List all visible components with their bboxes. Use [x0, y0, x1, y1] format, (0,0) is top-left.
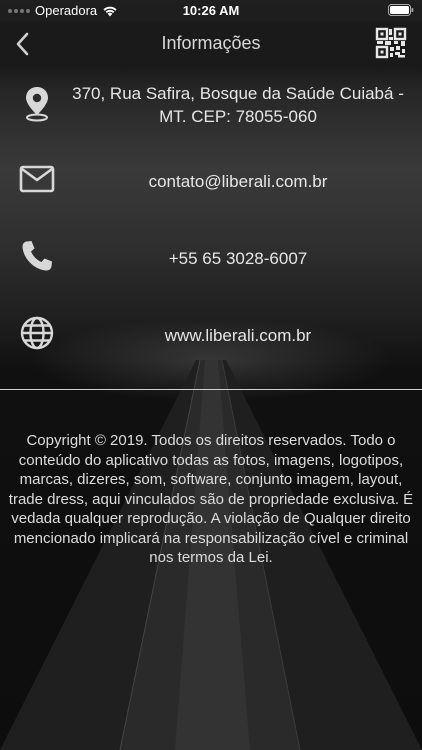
phone-row[interactable]: +55 65 3028-6007 [0, 237, 422, 277]
phone-text: +55 65 3028-6007 [168, 249, 308, 268]
website-text: www.liberali.com.br [164, 326, 312, 345]
address-text: 370, Rua Safira, Bosque da Saúde Cuiabá … [72, 84, 404, 126]
status-time: 10:26 AM [182, 3, 240, 18]
status-bar: Operadora 10:26 AM [0, 0, 422, 22]
battery-icon [388, 4, 414, 19]
globe-icon [20, 316, 54, 350]
location-pin-icon [26, 87, 48, 122]
navigation-bar: Informações [0, 22, 422, 66]
email-row[interactable]: contato@liberali.com.br [0, 160, 422, 200]
website-row[interactable]: www.liberali.com.br [0, 314, 422, 354]
address-row[interactable]: 370, Rua Safira, Bosque da Saúde Cuiabá … [0, 80, 422, 130]
email-icon [19, 165, 55, 193]
divider [0, 389, 422, 390]
email-text: contato@liberali.com.br [148, 172, 328, 191]
copyright-text: Copyright © 2019. Todos os direitos rese… [8, 432, 414, 566]
qr-code-icon[interactable] [374, 26, 408, 60]
info-screen: Operadora 10:26 AM Informações 370, Rua … [0, 0, 422, 750]
page-title: Informações [161, 33, 261, 53]
phone-icon [22, 241, 52, 271]
